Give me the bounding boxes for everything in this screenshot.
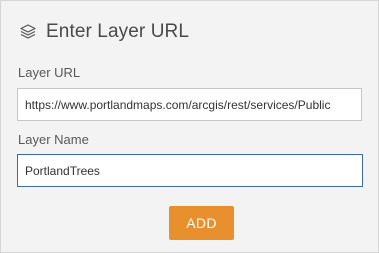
layer-url-input[interactable] (17, 88, 362, 121)
layer-url-label: Layer URL (18, 65, 81, 80)
add-button[interactable]: ADD (169, 206, 234, 240)
layer-name-input[interactable] (17, 154, 363, 187)
page-title: Enter Layer URL (46, 21, 190, 42)
add-layer-panel: Enter Layer URL Layer URL Layer Name ADD (0, 0, 379, 253)
layers-icon (19, 23, 37, 41)
layer-name-label: Layer Name (18, 132, 89, 147)
panel-header: Enter Layer URL (19, 20, 189, 44)
